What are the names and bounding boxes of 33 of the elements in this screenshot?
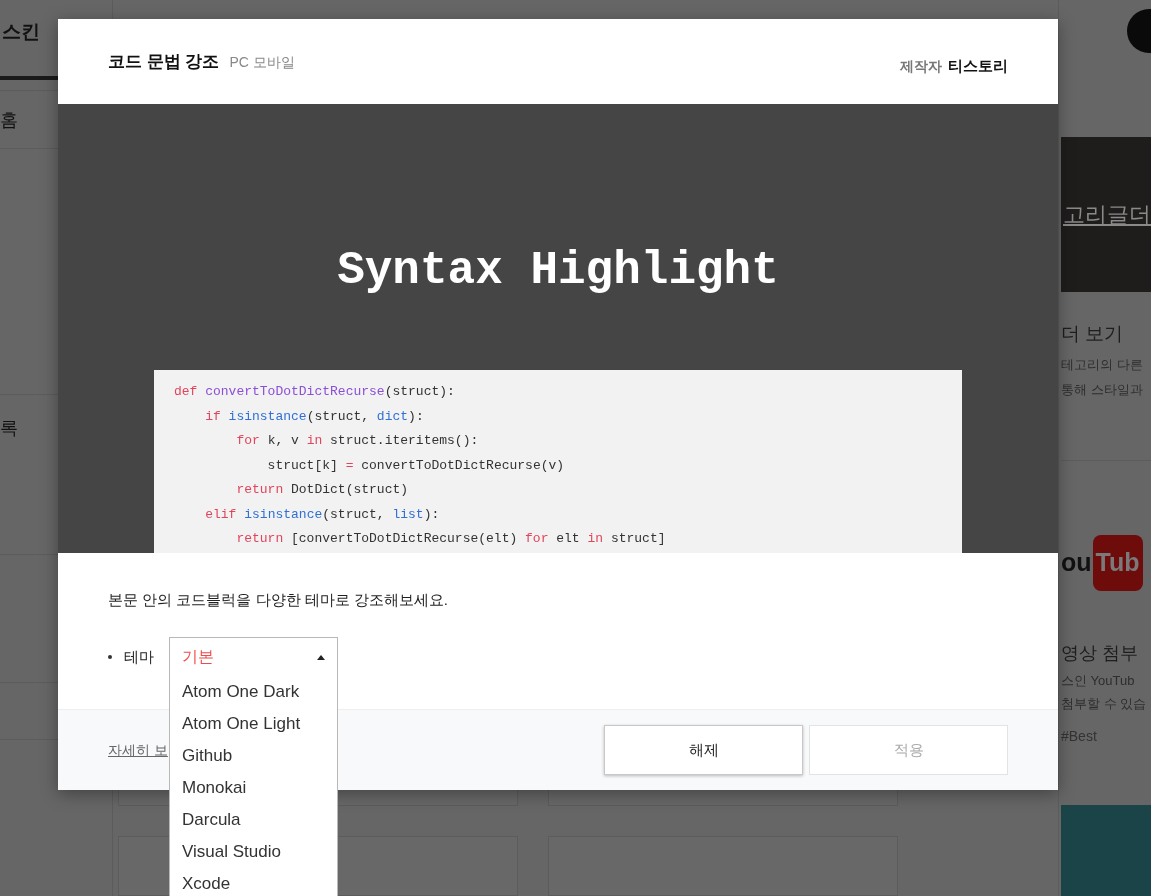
- theme-option[interactable]: Xcode: [170, 868, 337, 896]
- theme-option[interactable]: Atom One Light: [170, 708, 337, 740]
- theme-option[interactable]: Atom One Dark: [170, 676, 337, 708]
- video-logo: ou Tub: [1061, 530, 1151, 595]
- code-line: return DotDict(struct): [235, 481, 410, 499]
- author-label: 제작자: [900, 57, 942, 77]
- card-description: 첨부할 수 있습: [1061, 695, 1148, 713]
- code-line: return [convertToDotDictRecurse(elt) for elt in struct]: [235, 530, 667, 548]
- details-link[interactable]: 자세히 보: [108, 739, 168, 761]
- code-line: elif isinstance(struct, list):: [204, 505, 441, 524]
- card-title: 더 보기: [1061, 322, 1125, 346]
- code-line: struct[k] = convertToDotDictRecurse(v): [266, 456, 566, 475]
- platform-label: PC 모바일: [229, 52, 295, 72]
- code-line: if isinstance(struct, dict):: [204, 407, 425, 426]
- author-name: 티스토리: [948, 56, 1008, 77]
- theme-option[interactable]: Darcula: [170, 804, 337, 836]
- theme-option[interactable]: Visual Studio: [170, 836, 337, 868]
- code-line: def convertToDotDictRecurse(struct):: [174, 383, 456, 401]
- dialog-button[interactable]: 해제: [604, 725, 803, 775]
- selected-theme: 기본: [182, 647, 214, 667]
- code-line: for k, v in struct.iteritems():: [235, 432, 480, 450]
- theme-dropdown[interactable]: 기본 Atom One Dark Atom One Light Github Monokai Darcula Visual Studio Xcode: [169, 637, 338, 896]
- modal-title: 코드 문법 강조: [108, 50, 220, 73]
- bullet-icon: [108, 654, 112, 659]
- theme-option[interactable]: Monokai: [170, 772, 337, 804]
- caret-up-icon: [317, 654, 325, 660]
- preview-heading: Syntax Highlight: [337, 244, 779, 298]
- card-title: 영상 첨부: [1061, 641, 1139, 665]
- theme-option[interactable]: Github: [170, 740, 337, 772]
- banner-text: 고리글더: [1063, 201, 1151, 229]
- card-description: 통해 스타일과: [1061, 381, 1144, 399]
- description-text: 본문 안의 코드블럭을 다양한 테마로 강조해보세요.: [108, 590, 449, 610]
- theme-label: 테마: [124, 646, 154, 667]
